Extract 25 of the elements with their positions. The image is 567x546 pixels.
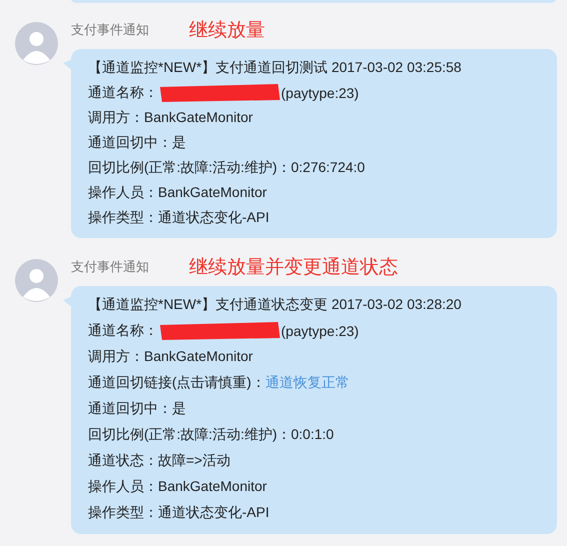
field-label: 通道名称： [88, 84, 158, 102]
annotation-text: 继续放量并变更通道状态 [189, 255, 398, 280]
message-line: 通道回切中：是 [88, 400, 186, 418]
message-line: 回切比例(正常:故障:活动:维护)：0:0:1:0 [88, 426, 334, 444]
sender-name: 支付事件通知 [71, 21, 149, 39]
message-line: 操作类型：通道状态变化-API [88, 208, 270, 226]
message-line: 通道状态：故障=>活动 [88, 452, 230, 470]
avatar-icon [15, 259, 58, 302]
avatar-icon [15, 22, 58, 65]
sender-name: 支付事件通知 [71, 258, 149, 276]
message-line: 通道回切中：是 [88, 134, 186, 152]
message-line: 操作人员：BankGateMonitor [88, 184, 267, 202]
message-line: 操作人员：BankGateMonitor [88, 478, 267, 496]
message-line: 【通道监控*NEW*】支付通道状态变更 2017-03-02 03:28:20 [88, 296, 462, 314]
field-label: 通道名称： [88, 322, 158, 340]
message-line: 操作类型：通道状态变化-API [88, 504, 270, 522]
restore-link[interactable]: 通道恢复正常 [265, 374, 350, 392]
annotation-text: 继续放量 [189, 18, 265, 43]
message-line: 调用方：BankGateMonitor [88, 348, 253, 366]
message-line: 调用方：BankGateMonitor [88, 108, 253, 126]
field-value: (paytype:23) [281, 84, 359, 100]
message-line: 【通道监控*NEW*】支付通道回切测试 2017-03-02 03:25:58 [88, 58, 462, 76]
message-line: 回切比例(正常:故障:活动:维护)：0:276:724:0 [88, 158, 365, 176]
field-label: 通道回切链接(点击请慎重)： [88, 374, 266, 392]
field-value: (paytype:23) [281, 323, 359, 339]
